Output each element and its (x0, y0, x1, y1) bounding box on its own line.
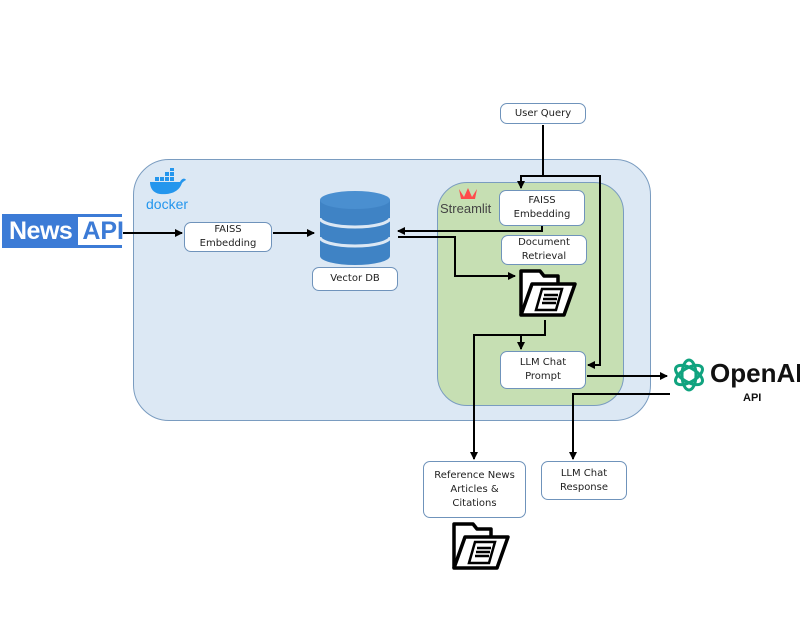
arrow-query-to-faiss (517, 125, 544, 189)
arrow-query-to-prompt (543, 175, 601, 369)
arrow-docs-to-prompt (517, 320, 546, 350)
arrow-vectordb-to-docs (398, 236, 516, 280)
connector-arrows (123, 125, 670, 460)
arrow-faiss-to-vectordb-query (397, 226, 543, 235)
arrow-openai-to-response (569, 393, 670, 460)
arrow-docs-to-reference (470, 334, 521, 460)
